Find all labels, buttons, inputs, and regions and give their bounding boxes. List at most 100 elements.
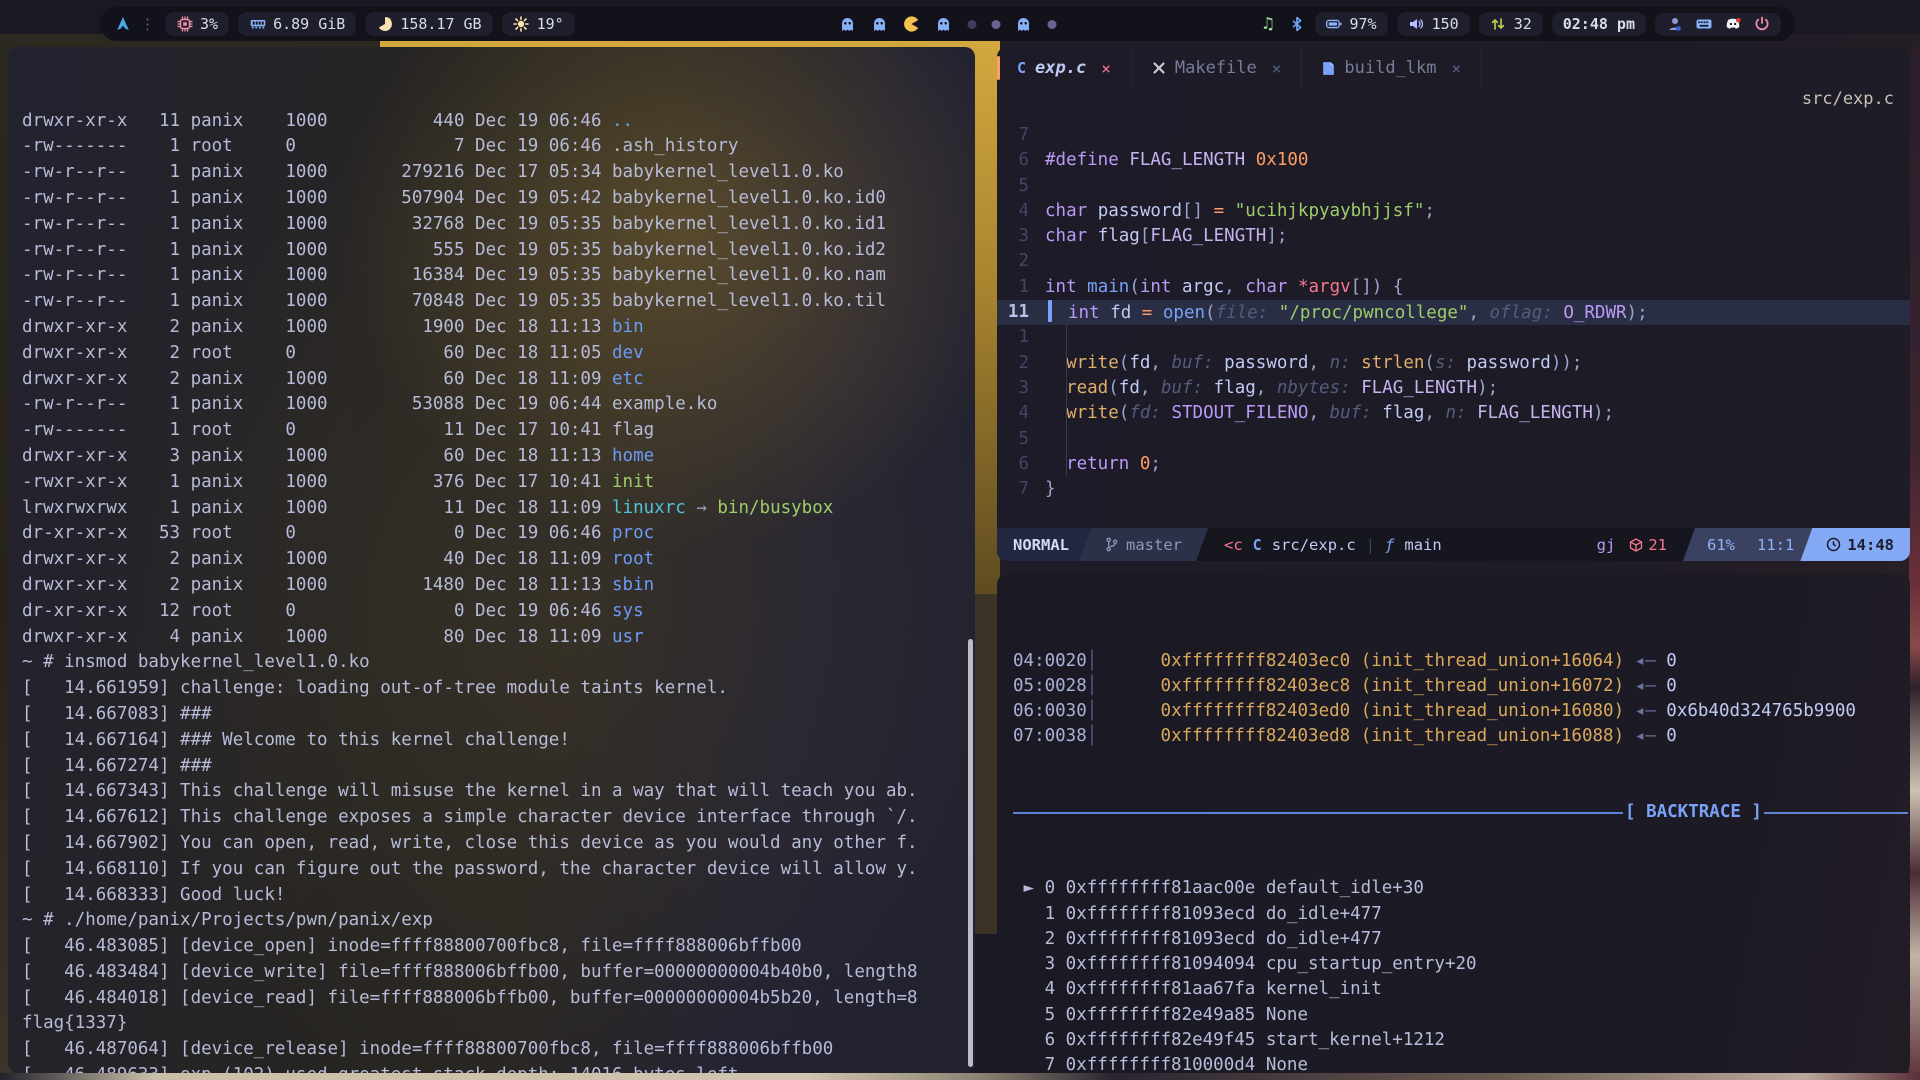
battery-percent: 97%: [1350, 15, 1377, 33]
code-line: 6#define FLAG_LENGTH 0x100: [997, 148, 1910, 173]
ghost-workspace-icon[interactable]: [935, 16, 952, 33]
file-name: sbin: [612, 575, 654, 595]
network-widget[interactable]: 32: [1479, 12, 1543, 36]
backtrace-frame: 3 0xffffffff81094094 cpu_startup_entry+2…: [1013, 952, 1910, 977]
git-branch-segment[interactable]: master: [1079, 528, 1208, 561]
stat-widget[interactable]: 19°: [502, 12, 575, 36]
tab-Makefile[interactable]: Makefile×: [1131, 47, 1302, 89]
line-number: 2: [997, 351, 1045, 376]
tab-label: build_lkm: [1344, 58, 1436, 78]
memory-value: 0: [1666, 651, 1677, 671]
tab-close-icon[interactable]: ×: [1101, 59, 1111, 78]
pacman-workspace-icon[interactable]: [903, 16, 920, 33]
terminal-line: ~ # insmod babykernel_level1.0.ko: [22, 650, 975, 676]
ls-row: -rw-r--r-- 1 panix 1000 555 Dec 19 05:35…: [22, 238, 975, 264]
terminal-text: [ 14.661959] challenge: loading out-of-t…: [22, 678, 728, 698]
ls-row: drwxr-xr-x 2 panix 1000 60 Dec 18 11:09 …: [22, 367, 975, 393]
stat-widget[interactable]: 3%: [165, 12, 229, 36]
code-text: char password[] = "ucihjkpyaybhjjsf";: [1045, 199, 1435, 224]
code-line: 1: [997, 325, 1910, 350]
code-text: int main(int argc, char *argv[]) {: [1045, 275, 1403, 300]
terminal-text: [ 46.489633] exp (102) used greatest sta…: [22, 1065, 738, 1073]
file-name: dev: [612, 343, 644, 363]
file-name: proc: [612, 523, 654, 543]
terminal-text: [ 46.483085] [device_open] inode=ffff888…: [22, 936, 802, 956]
git-branch-name: master: [1126, 536, 1182, 554]
file-name: babykernel_level1.0.ko.id2: [612, 240, 886, 260]
volume-widget[interactable]: 150: [1397, 12, 1470, 36]
terminal-window[interactable]: drwxr-xr-x 11 panix 1000 440 Dec 19 06:4…: [8, 47, 975, 1073]
tools-icon: [1152, 61, 1166, 75]
terminal-output: drwxr-xr-x 11 panix 1000 440 Dec 19 06:4…: [22, 109, 975, 1073]
ghost-workspace-icon[interactable]: [871, 16, 888, 33]
arch-logo-icon[interactable]: [114, 16, 131, 33]
terminal-text: [ 46.484018] [device_read] file=ffff8880…: [22, 988, 918, 1008]
code-line: 11int fd = open(file: "/proc/pwncollege"…: [997, 300, 1910, 325]
tray: ♫ 97% 150 32 02:48 pm: [1260, 12, 1782, 36]
terminal-line: [ 14.667612] This challenge exposes a si…: [22, 805, 975, 831]
ls-row-meta: dr-xr-xr-x 53 root 0 0 Dec 19 06:46: [22, 523, 612, 543]
stat-widget[interactable]: 158.17 GB: [365, 12, 492, 36]
ghost-workspace-icon[interactable]: [839, 16, 856, 33]
package-icon: [1629, 538, 1643, 552]
power-icon[interactable]: [1753, 16, 1770, 33]
terminal-line: [ 46.489633] exp (102) used greatest sta…: [22, 1063, 975, 1073]
backtrace-frame: 5 0xffffffff82e49a85 None: [1013, 1003, 1910, 1028]
tab-label: exp.c: [1035, 58, 1086, 78]
workspace-dot[interactable]: [1047, 20, 1056, 29]
ls-row: -rw-r--r-- 1 panix 1000 279216 Dec 17 05…: [22, 160, 975, 186]
system-stats: 3% 6.89 GiB 158.17 GB 19°: [156, 12, 575, 36]
user-icon[interactable]: [1666, 16, 1683, 33]
file-name: linuxrc: [612, 498, 686, 518]
statusline-file-info: <c C src/exp.c | ƒ main: [1208, 528, 1442, 561]
tab-exp.c[interactable]: Cexp.c×: [997, 47, 1131, 89]
terminal-line: [ 14.667274] ###: [22, 754, 975, 780]
vim-mode-indicator: NORMAL: [997, 528, 1091, 561]
ghost-workspace-icon[interactable]: [1015, 16, 1032, 33]
code-line: 5: [997, 427, 1910, 452]
keyboard-icon[interactable]: [1695, 16, 1712, 33]
tab-close-icon[interactable]: ×: [1452, 59, 1462, 78]
editor-window[interactable]: Cexp.c×Makefile×build_lkm× src/exp.c 76#…: [997, 47, 1910, 561]
ls-row: drwxr-xr-x 2 root 0 60 Dec 18 11:05 dev: [22, 341, 975, 367]
terminal-scrollbar[interactable]: [968, 639, 973, 1067]
code-line: 2 write(fd, buf: password, n: strlen(s: …: [997, 351, 1910, 376]
discord-icon[interactable]: [1724, 16, 1741, 33]
workspace-dot[interactable]: [967, 20, 976, 29]
terminal-line: [ 14.667902] You can open, read, write, …: [22, 831, 975, 857]
stat-widget[interactable]: 6.89 GiB: [238, 12, 356, 36]
code-area[interactable]: 76#define FLAG_LENGTH 0x10054char passwo…: [997, 115, 1910, 502]
bluetooth-icon[interactable]: [1289, 16, 1306, 33]
line-number: 1: [997, 275, 1045, 300]
tab-close-icon[interactable]: ×: [1272, 59, 1282, 78]
tab-build_lkm[interactable]: build_lkm ×: [1301, 47, 1482, 89]
file-name: babykernel_level1.0.ko: [612, 162, 844, 182]
stack-row: 05:0028│ 0xffffffff82403ec8 (init_thread…: [1013, 674, 1910, 699]
file-name: bin: [612, 317, 644, 337]
memory-address: 0xffffffff82403ec0 (init_thread_union+16…: [1161, 651, 1625, 671]
terminal-line: [ 46.483484] [device_write] file=ffff888…: [22, 960, 975, 986]
music-icon[interactable]: ♫: [1260, 16, 1277, 33]
file-name: babykernel_level1.0.ko.nam: [612, 265, 886, 285]
clock-widget[interactable]: 02:48 pm: [1552, 12, 1646, 36]
file-name: sys: [612, 601, 644, 621]
debugger-window[interactable]: 04:0020│ 0xffffffff82403ec0 (init_thread…: [997, 574, 1910, 1073]
line-number: 4: [997, 199, 1045, 224]
menu-dots-icon[interactable]: ⋮: [140, 15, 156, 33]
ls-row-meta: -rw-r--r-- 1 panix 1000 32768 Dec 19 05:…: [22, 214, 612, 234]
terminal-text: [ 46.483484] [device_write] file=ffff888…: [22, 962, 918, 982]
current-function: main: [1404, 536, 1441, 554]
battery-widget[interactable]: 97%: [1315, 12, 1388, 36]
terminal-line: [ 14.668110] If you can figure out the p…: [22, 857, 975, 883]
terminal-line: [ 14.668333] Good luck!: [22, 883, 975, 909]
code-text: write(fd, buf: password, n: strlen(s: pa…: [1045, 351, 1582, 376]
backtrace-title: [ BACKTRACE ]: [1623, 800, 1764, 825]
workspace-dot[interactable]: [991, 20, 1000, 29]
ls-row-meta: drwxr-xr-x 2 panix 1000 40 Dec 18 11:09: [22, 549, 612, 569]
line-number: 3: [997, 224, 1045, 249]
terminal-text: [ 14.668333] Good luck!: [22, 885, 285, 905]
line-number: 6: [997, 452, 1045, 477]
ls-row: drwxr-xr-x 11 panix 1000 440 Dec 19 06:4…: [22, 109, 975, 135]
symlink-arrow: →: [686, 498, 718, 518]
stack-row: 06:0030│ 0xffffffff82403ed0 (init_thread…: [1013, 699, 1910, 724]
